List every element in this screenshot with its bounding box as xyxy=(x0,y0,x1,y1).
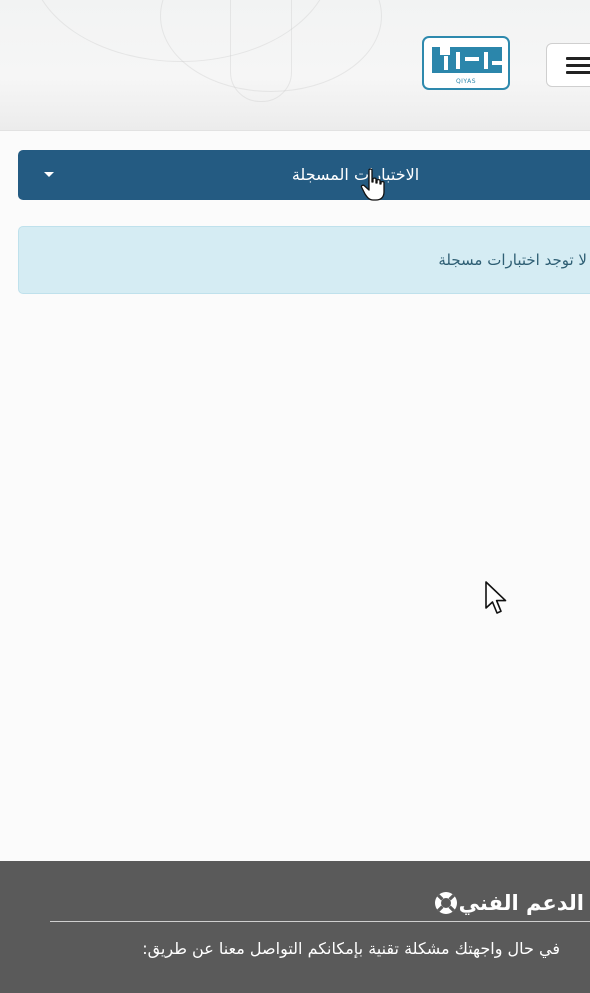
lifebuoy-icon xyxy=(434,892,457,914)
technical-support-heading: الدعم الفني xyxy=(429,887,584,919)
menu-button[interactable] xyxy=(546,43,590,87)
technical-support-title: الدعم الفني xyxy=(458,891,584,915)
no-tests-message: لا توجد اختبارات مسجلة xyxy=(438,251,587,269)
registered-tests-label: الاختبارات المسجلة xyxy=(291,165,420,184)
footer-divider xyxy=(50,921,590,922)
hamburger-menu-icon xyxy=(566,57,590,75)
page: QIYAS الاختبارات المسجلة لا توجد اختبارا… xyxy=(0,0,590,993)
logo-mark xyxy=(432,47,502,73)
site-header: QIYAS xyxy=(0,0,590,131)
qiyas-logo[interactable]: QIYAS xyxy=(422,36,510,90)
no-tests-alert: لا توجد اختبارات مسجلة xyxy=(18,226,590,294)
arrow-pointer-cursor-icon xyxy=(485,581,507,614)
technical-support-text: في حال واجهتك مشكلة تقنية بإمكانكم التوا… xyxy=(142,939,560,958)
site-footer: الدعم الفني في حال واجهتك مشكلة تقنية بإ… xyxy=(0,861,590,993)
registered-tests-dropdown[interactable]: الاختبارات المسجلة xyxy=(18,150,590,200)
header-background-decoration xyxy=(230,0,292,102)
logo-caption: QIYAS xyxy=(455,78,477,85)
